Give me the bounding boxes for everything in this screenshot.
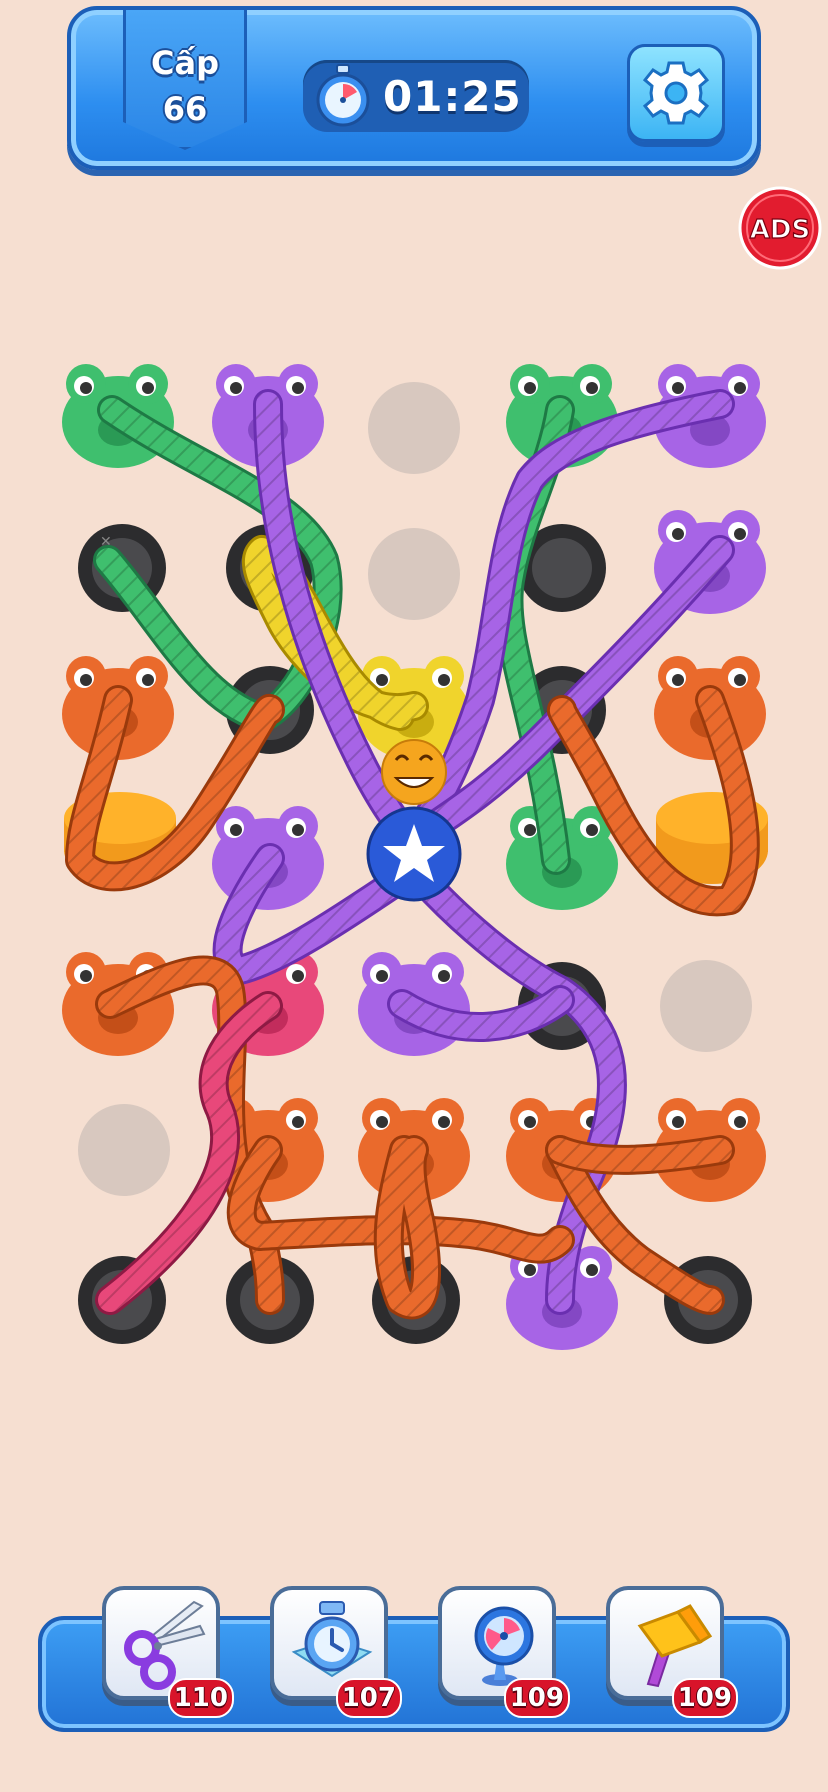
game-board: ✕ [62, 364, 768, 1350]
stopwatch-count: 107 [335, 1678, 402, 1718]
empty-hole [78, 1104, 170, 1196]
stopwatch-booster-button[interactable]: 107 [270, 1586, 402, 1718]
empty-hole [368, 382, 460, 474]
fan-count: 109 [503, 1678, 570, 1718]
scissors-booster-button[interactable]: 110 [102, 1586, 234, 1718]
empty-hole [660, 960, 752, 1052]
scissors-count: 110 [167, 1678, 234, 1718]
hammer-count: 109 [671, 1678, 738, 1718]
empty-hole [368, 528, 460, 620]
rope-orange [373, 1135, 441, 1320]
rope-purple [387, 985, 575, 1042]
rope-orange [545, 1135, 735, 1175]
hammer-booster-button[interactable]: 109 [606, 1586, 738, 1718]
fan-booster-button[interactable]: 109 [438, 1586, 570, 1718]
